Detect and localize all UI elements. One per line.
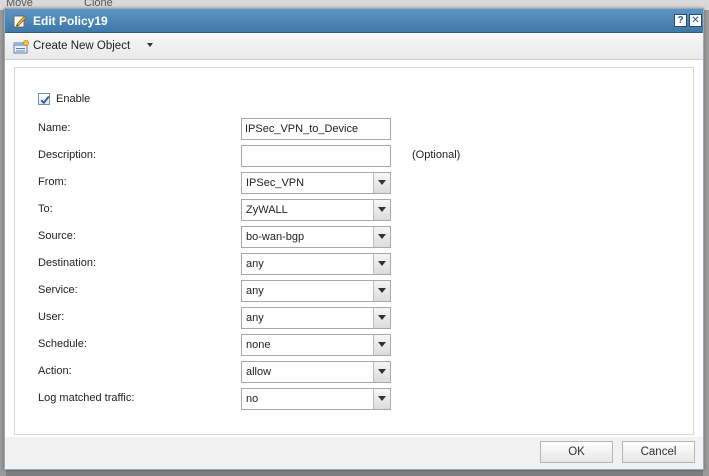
chevron-down-icon (378, 396, 386, 401)
user-value: any (246, 312, 264, 324)
source-select[interactable]: bo-wan-bgp (241, 226, 391, 248)
user-dropdown-arrow[interactable] (373, 308, 390, 328)
ok-button[interactable]: OK (540, 441, 613, 463)
edit-policy-dialog: Edit Policy19 ? ✕ Create New Object Enab… (4, 8, 704, 470)
dialog-titlebar[interactable]: Edit Policy19 ? ✕ (5, 9, 703, 33)
dialog-toolbar: Create New Object (5, 34, 703, 60)
create-new-object-label: Create New Object (33, 40, 131, 52)
policy-form: Enable Name: IPSec_VPN_to_Device Descrip… (14, 67, 694, 435)
chevron-down-icon (378, 288, 386, 293)
chevron-down-icon (378, 315, 386, 320)
from-label: From: (38, 176, 67, 188)
action-label: Action: (38, 365, 72, 377)
log-matched-traffic-label: Log matched traffic: (38, 392, 135, 404)
to-select[interactable]: ZyWALL (241, 199, 391, 221)
name-label: Name: (38, 122, 71, 134)
dialog-title: Edit Policy19 (33, 14, 108, 28)
chevron-down-icon (378, 207, 386, 212)
schedule-dropdown-arrow[interactable] (373, 335, 390, 355)
schedule-select[interactable]: none (241, 334, 391, 356)
from-value: IPSec_VPN (246, 177, 305, 189)
close-button[interactable]: ✕ (689, 14, 702, 27)
source-label: Source: (38, 230, 76, 242)
chevron-down-icon (378, 342, 386, 347)
source-dropdown-arrow[interactable] (373, 227, 390, 247)
user-label: User: (38, 311, 65, 323)
destination-dropdown-arrow[interactable] (373, 254, 390, 274)
chevron-down-icon (378, 180, 386, 185)
action-value: allow (246, 366, 272, 378)
check-mark-icon (40, 96, 50, 105)
new-object-icon (13, 40, 29, 54)
from-select[interactable]: IPSec_VPN (241, 172, 391, 194)
enable-label: Enable (56, 93, 91, 105)
schedule-label: Schedule: (38, 338, 87, 350)
enable-checkbox[interactable] (38, 93, 50, 105)
destination-select[interactable]: any (241, 253, 391, 275)
description-label: Description: (38, 149, 97, 161)
help-button[interactable]: ? (674, 14, 687, 27)
action-select[interactable]: allow (241, 361, 391, 383)
to-value: ZyWALL (246, 204, 288, 216)
user-select[interactable]: any (241, 307, 391, 329)
from-dropdown-arrow[interactable] (373, 173, 390, 193)
cancel-button[interactable]: Cancel (622, 441, 695, 463)
destination-value: any (246, 258, 264, 270)
log-matched-traffic-value: no (246, 393, 259, 405)
dialog-footer: OK Cancel (5, 437, 703, 469)
destination-label: Destination: (38, 257, 97, 269)
to-dropdown-arrow[interactable] (373, 200, 390, 220)
log-dropdown-arrow[interactable] (373, 389, 390, 409)
chevron-down-icon (378, 234, 386, 239)
name-input[interactable]: IPSec_VPN_to_Device (241, 118, 391, 140)
log-matched-traffic-select[interactable]: no (241, 388, 391, 410)
to-label: To: (38, 203, 53, 215)
action-dropdown-arrow[interactable] (373, 362, 390, 382)
description-input[interactable] (241, 145, 391, 167)
description-row: Description: (Optional) (38, 145, 498, 167)
source-value: bo-wan-bgp (246, 231, 305, 243)
chevron-down-icon (378, 369, 386, 374)
service-dropdown-arrow[interactable] (373, 281, 390, 301)
service-label: Service: (38, 284, 78, 296)
service-value: any (246, 285, 264, 297)
chevron-down-icon (378, 261, 386, 266)
edit-pencil-icon (13, 14, 27, 28)
schedule-value: none (246, 339, 271, 351)
caret-down-icon (147, 43, 153, 47)
optional-hint: (Optional) (412, 149, 461, 161)
service-select[interactable]: any (241, 280, 391, 302)
